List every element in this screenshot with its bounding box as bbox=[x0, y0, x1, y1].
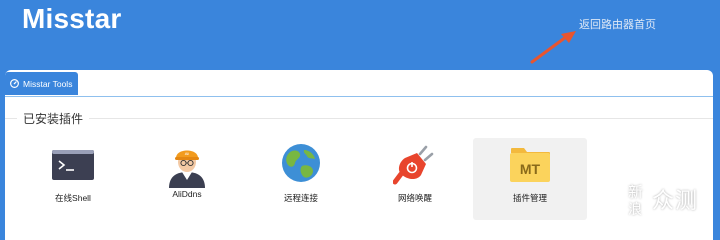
plugin-aliddns[interactable]: Ali AliDdns bbox=[130, 138, 244, 220]
plugin-label: AliDdns bbox=[172, 189, 202, 199]
worker-avatar-icon: Ali bbox=[169, 150, 205, 188]
tools-panel: Misstar Tools 已安装插件 在线Shell Ali AliDdns bbox=[5, 70, 713, 240]
watermark-word: 众测 bbox=[652, 188, 699, 213]
plugin-label: 网络唤醒 bbox=[397, 193, 432, 203]
tab-label: Misstar Tools bbox=[23, 78, 73, 89]
app-title: Misstar bbox=[22, 3, 122, 34]
plugin-label: 远程连接 bbox=[283, 193, 318, 203]
plugin-online-shell[interactable]: 在线Shell bbox=[16, 138, 130, 220]
watermark: 新 值 浪 众测 bbox=[628, 184, 699, 217]
globe-icon bbox=[282, 144, 320, 182]
plugin-wake-on-lan[interactable]: 网络唤醒 bbox=[358, 138, 472, 220]
power-plug-icon bbox=[393, 145, 434, 185]
plugin-manager[interactable]: MT 插件管理 bbox=[473, 138, 587, 220]
plugin-label: 在线Shell bbox=[55, 193, 91, 203]
folder-mt-icon: MT bbox=[510, 148, 550, 182]
plugin-label: 插件管理 bbox=[512, 193, 547, 203]
folder-text: MT bbox=[520, 161, 541, 177]
tab-misstar-tools[interactable]: Misstar Tools bbox=[5, 72, 78, 95]
dashboard-gauge-icon bbox=[10, 79, 19, 88]
watermark-char: 新 bbox=[628, 184, 645, 201]
terminal-icon bbox=[52, 150, 94, 180]
back-to-router-home-link[interactable]: 返回路由器首页 bbox=[579, 16, 656, 32]
section-title: 已安装插件 bbox=[17, 110, 90, 127]
plugin-remote-connect[interactable]: 远程连接 bbox=[244, 138, 358, 220]
avatar-badge-text: Ali bbox=[185, 151, 190, 156]
annotation-arrow-icon bbox=[530, 31, 576, 64]
section-divider bbox=[5, 118, 713, 119]
tab-bar: Misstar Tools bbox=[5, 70, 713, 97]
